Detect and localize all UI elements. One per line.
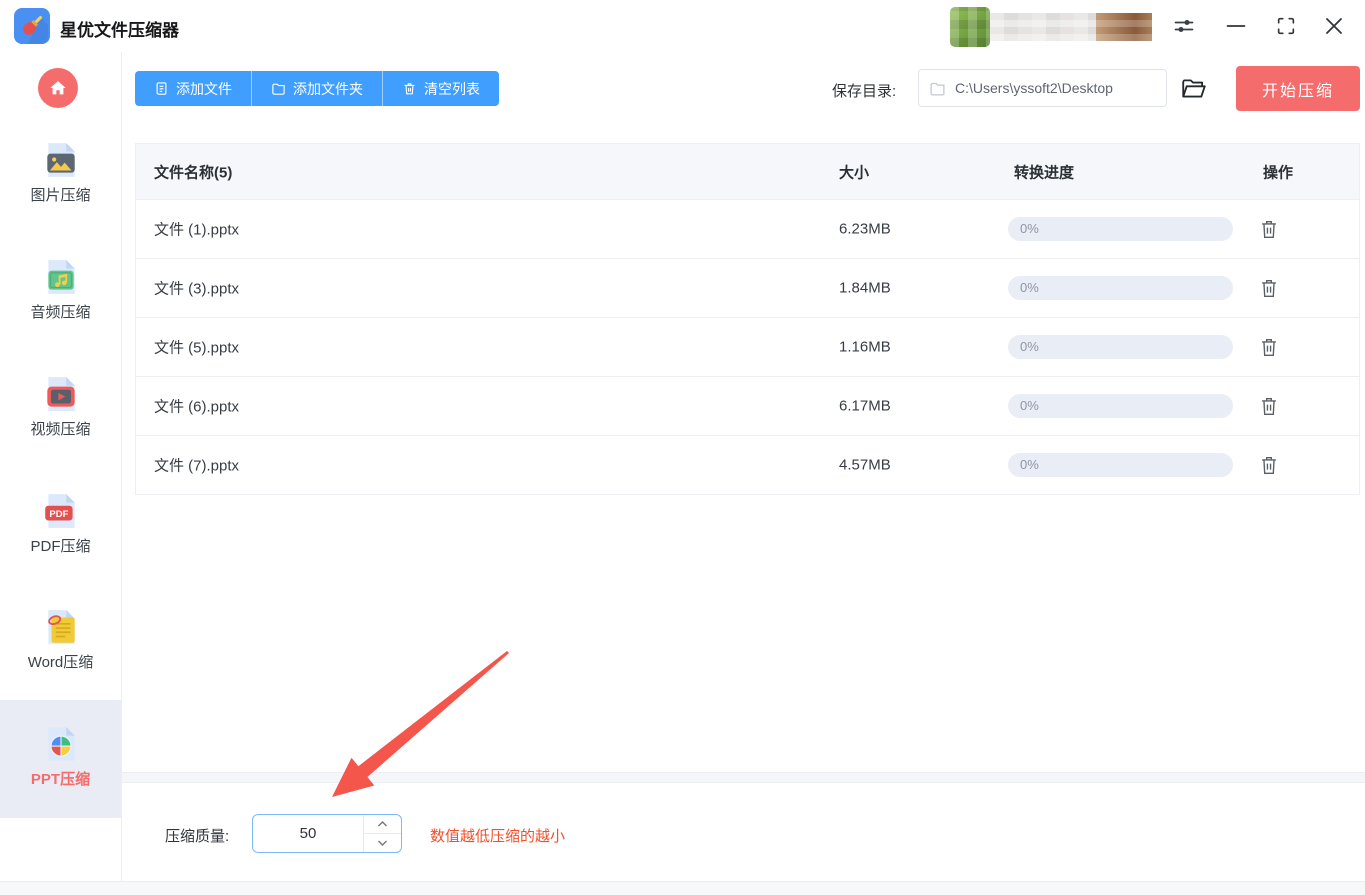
sidebar-item-image-compress[interactable]: 图片压缩: [0, 140, 121, 220]
app-title: 星优文件压缩器: [60, 21, 179, 40]
start-compress-label: 开始压缩: [1261, 82, 1334, 100]
delete-file-button[interactable]: [1258, 394, 1282, 420]
sidebar-item-label: 图片压缩: [30, 187, 91, 204]
minimize-icon[interactable]: [1224, 14, 1248, 38]
header-action: 操作: [1263, 164, 1294, 181]
ppt-file-icon: [47, 727, 75, 761]
trash-icon: [1262, 279, 1276, 297]
progress-bar: 0%: [1008, 276, 1233, 300]
maximize-icon[interactable]: [1274, 14, 1298, 38]
stepper-down-button[interactable]: [364, 834, 401, 853]
add-file-button[interactable]: 添加文件: [135, 71, 251, 106]
sidebar-item-label: Word压缩: [27, 654, 94, 671]
sidebar-item-label: 视频压缩: [30, 421, 91, 438]
file-table: 文件名称(5) 大小 转换进度 操作 文件 (1).pptx 6.23MB 0%…: [135, 143, 1360, 495]
window-bottom-strip: [0, 881, 1365, 895]
add-folder-button[interactable]: 添加文件夹: [251, 71, 382, 106]
header-progress: 转换进度: [1014, 164, 1075, 181]
table-row: 文件 (3).pptx 1.84MB 0%: [136, 258, 1359, 317]
header-file-name: 文件名称(5): [154, 164, 233, 181]
quality-hint-text: 数值越低压缩的越小: [430, 828, 566, 845]
trash-icon: [1262, 397, 1276, 415]
trash-icon: [1262, 456, 1276, 474]
image-file-icon: [46, 143, 75, 177]
quality-input[interactable]: [253, 815, 363, 852]
trash-icon: [1262, 220, 1276, 238]
delete-file-button[interactable]: [1258, 217, 1282, 243]
header-size: 大小: [839, 164, 870, 181]
avatar: [950, 7, 990, 47]
trash-icon: [1262, 338, 1276, 356]
video-file-icon: [46, 377, 75, 411]
progress-bar: 0%: [1008, 217, 1233, 241]
folder-icon: [930, 82, 945, 96]
sidebar-item-pdf-compress[interactable]: PDF PDF压缩: [0, 491, 121, 571]
file-name: 文件 (5).pptx: [154, 339, 240, 357]
clear-list-label: 清空列表: [424, 80, 480, 97]
clear-list-button[interactable]: 清空列表: [382, 71, 499, 106]
table-row: 文件 (5).pptx 1.16MB 0%: [136, 317, 1359, 376]
sidebar-item-label: PPT压缩: [30, 771, 91, 788]
file-name: 文件 (6).pptx: [154, 398, 240, 416]
sidebar-item-ppt-compress[interactable]: PPT压缩: [0, 724, 121, 804]
open-folder-icon: [1182, 79, 1206, 98]
word-file-icon: [47, 610, 75, 644]
delete-file-button[interactable]: [1258, 335, 1282, 361]
stepper-up-button[interactable]: [364, 815, 401, 834]
browse-folder-button[interactable]: [1180, 76, 1208, 102]
save-dir-input[interactable]: C:\Users\yssoft2\Desktop: [918, 69, 1167, 107]
file-size: 1.84MB: [839, 279, 891, 297]
file-size: 6.23MB: [839, 220, 891, 238]
file-name: 文件 (3).pptx: [154, 280, 240, 298]
sidebar-item-label: PDF压缩: [30, 538, 91, 555]
save-dir-path: C:\Users\yssoft2\Desktop: [955, 80, 1113, 96]
settings-sliders-icon[interactable]: [1172, 14, 1196, 38]
user-name-redacted: [990, 13, 1152, 41]
pdf-file-icon: PDF: [44, 494, 75, 528]
progress-bar: 0%: [1008, 335, 1233, 359]
app-logo-icon: [14, 8, 50, 44]
sidebar-item-video-compress[interactable]: 视频压缩: [0, 374, 121, 454]
save-dir-label: 保存目录:: [832, 83, 897, 100]
titlebar: 星优文件压缩器: [0, 0, 1365, 52]
folder-icon: [272, 83, 285, 95]
user-badge-redacted: [1096, 13, 1152, 41]
sidebar-item-label: 音频压缩: [30, 304, 91, 321]
sidebar-item-word-compress[interactable]: Word压缩: [0, 607, 121, 687]
chevron-up-icon: [378, 820, 387, 827]
quality-label: 压缩质量:: [165, 828, 230, 845]
table-header: 文件名称(5) 大小 转换进度 操作: [136, 144, 1359, 199]
sidebar: 图片压缩 音频压缩 视频压缩 PDF PDF压缩 Word压缩 PPT压缩: [0, 52, 122, 881]
progress-bar: 0%: [1008, 453, 1233, 477]
file-size: 6.17MB: [839, 397, 891, 415]
file-name: 文件 (7).pptx: [154, 457, 240, 475]
chevron-down-icon: [378, 840, 387, 846]
sidebar-item-audio-compress[interactable]: 音频压缩: [0, 257, 121, 337]
trash-icon: [404, 83, 415, 95]
file-icon: [156, 82, 167, 95]
svg-text:PDF: PDF: [49, 509, 68, 520]
home-icon: [50, 81, 66, 95]
home-button[interactable]: [38, 68, 78, 108]
delete-file-button[interactable]: [1258, 453, 1282, 479]
audio-file-icon: [47, 260, 75, 294]
file-name: 文件 (1).pptx: [154, 221, 240, 239]
add-file-label: 添加文件: [176, 80, 232, 97]
table-row: 文件 (7).pptx 4.57MB 0%: [136, 435, 1359, 494]
progress-bar: 0%: [1008, 394, 1233, 418]
add-folder-label: 添加文件夹: [293, 80, 363, 97]
stepper-buttons: [363, 815, 401, 852]
start-compress-button[interactable]: 开始压缩: [1236, 66, 1360, 111]
delete-file-button[interactable]: [1258, 276, 1282, 302]
close-icon[interactable]: [1322, 14, 1346, 38]
table-row: 文件 (6).pptx 6.17MB 0%: [136, 376, 1359, 435]
app-window: 星优文件压缩器 图片压缩 音频压缩 视频压缩 PDF PDF压缩 Word压缩 …: [0, 0, 1365, 895]
file-size: 4.57MB: [839, 456, 891, 474]
quality-stepper: [252, 814, 402, 853]
panel-divider: [122, 772, 1365, 783]
user-account[interactable]: [950, 5, 1155, 49]
table-row: 文件 (1).pptx 6.23MB 0%: [136, 199, 1359, 258]
file-size: 1.16MB: [839, 338, 891, 356]
toolbar: 添加文件 添加文件夹 清空列表: [135, 71, 499, 106]
